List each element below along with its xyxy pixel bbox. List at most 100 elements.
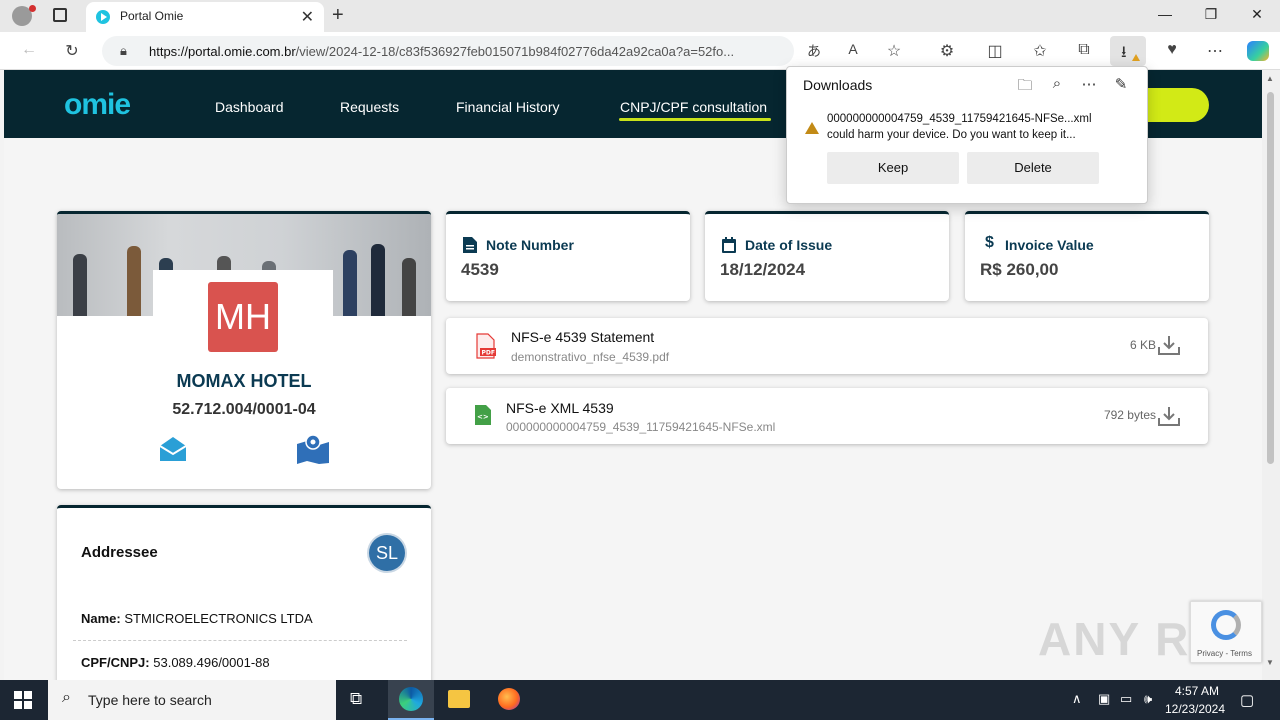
read-aloud-icon[interactable]: A	[842, 41, 864, 57]
copilot-icon[interactable]	[1247, 41, 1269, 61]
download-warning-message: could harm your device. Do you want to k…	[827, 129, 1076, 141]
file-title: NFS-e 4539 Statement	[511, 329, 655, 345]
scroll-thumb[interactable]	[1267, 92, 1274, 464]
svg-text:PDF: PDF	[482, 350, 495, 357]
tab-actions-icon[interactable]	[53, 8, 67, 22]
download-icon[interactable]	[1158, 335, 1180, 355]
recaptcha-badge[interactable]: Privacy - Terms	[1190, 601, 1262, 663]
tab-bar: Portal Omie ✕ + — ❐ ✕	[0, 0, 1280, 32]
more-menu-icon[interactable]: ⋯	[1204, 41, 1226, 61]
close-window-icon[interactable]: ✕	[1242, 6, 1272, 23]
email-icon[interactable]	[158, 434, 188, 464]
address-bar: ← ↻ 🔒︎ https://portal.omie.com.br/view/2…	[0, 32, 1280, 70]
document-icon	[463, 237, 477, 253]
map-icon[interactable]	[296, 434, 330, 464]
svg-text:<>: <>	[477, 413, 489, 421]
note-number-card: Note Number 4539	[446, 211, 690, 301]
note-number-label: Note Number	[486, 237, 574, 253]
page-scrollbar[interactable]: ▲ ▼	[1262, 70, 1280, 680]
extensions-icon[interactable]: ⚙	[936, 41, 958, 61]
tab-title: Portal Omie	[120, 9, 184, 23]
delete-button[interactable]: Delete	[967, 152, 1099, 184]
company-card: MH MOMAX HOTEL 52.712.004/0001-04	[57, 211, 431, 489]
file-explorer-icon[interactable]	[448, 690, 470, 708]
addressee-name-row: Name: STMICROELECTRONICS LTDA	[81, 611, 313, 626]
display-icon[interactable]: ▭	[1120, 691, 1132, 707]
performance-icon[interactable]: ♥	[1161, 41, 1183, 59]
downloads-panel: Downloads 🗀︎ ⌕ ⋯ ✎ 000000000004759_4539_…	[786, 66, 1148, 204]
company-avatar: MH	[208, 282, 278, 352]
favorites-icon[interactable]: ✩	[1029, 41, 1051, 61]
url-text: https://portal.omie.com.br/view/2024-12-…	[149, 44, 735, 59]
date-of-issue-value: 18/12/2024	[720, 260, 806, 279]
file-row-pdf[interactable]: PDF NFS-e 4539 Statement demonstrativo_n…	[446, 318, 1208, 374]
lock-icon[interactable]: 🔒︎	[120, 43, 127, 59]
minimize-icon[interactable]: —	[1150, 6, 1180, 22]
invoice-value-value: R$ 260,00	[980, 260, 1059, 279]
nav-financial-history[interactable]: Financial History	[456, 99, 559, 115]
open-folder-icon[interactable]: 🗀︎	[1015, 75, 1035, 100]
translate-icon[interactable]: あ	[803, 41, 825, 61]
addressee-doc-label: CPF/CNPJ:	[81, 655, 150, 670]
task-view-icon[interactable]: ⧉	[350, 689, 362, 709]
recaptcha-links[interactable]: Privacy - Terms	[1197, 649, 1252, 658]
nav-cnpj-consultation[interactable]: CNPJ/CPF consultation	[620, 99, 767, 115]
addressee-name-value: STMICROELECTRONICS LTDA	[124, 611, 313, 626]
file-size: 792 bytes	[1103, 408, 1156, 422]
addressee-name-label: Name:	[81, 611, 121, 626]
firefox-icon[interactable]	[498, 688, 520, 710]
edge-taskbar-icon[interactable]	[388, 680, 434, 720]
search-placeholder: Type here to search	[88, 692, 212, 708]
more-options-icon[interactable]: ⋯	[1079, 75, 1099, 93]
file-size: 6 KB	[1129, 338, 1156, 352]
file-filename: 000000000004759_4539_11759421645-NFSe.xm…	[506, 420, 776, 434]
url-field[interactable]: 🔒︎ https://portal.omie.com.br/view/2024-…	[102, 36, 794, 66]
nav-dashboard[interactable]: Dashboard	[215, 99, 284, 115]
company-name: MOMAX HOTEL	[176, 371, 312, 391]
addressee-doc-row: CPF/CNPJ: 53.089.496/0001-88	[81, 655, 270, 670]
new-tab-icon[interactable]: +	[332, 4, 344, 27]
collections-icon[interactable]: ⧉	[1073, 41, 1095, 59]
notifications-icon[interactable]: ▢	[1240, 691, 1254, 709]
downloads-button[interactable]: ⭳	[1110, 36, 1146, 66]
invoice-value-label: Invoice Value	[1005, 237, 1094, 253]
clock-date[interactable]: 12/23/2024	[1162, 702, 1228, 716]
file-row-xml[interactable]: <> NFS-e XML 4539 000000000004759_4539_1…	[446, 388, 1208, 444]
invoice-value-card: $ Invoice Value R$ 260,00	[965, 211, 1209, 301]
refresh-icon[interactable]: ↻	[61, 41, 83, 61]
omie-logo[interactable]: omie	[64, 88, 131, 122]
omie-favicon-icon	[96, 10, 110, 24]
pin-icon[interactable]: ✎	[1111, 75, 1131, 93]
tray-chevron-icon[interactable]: ∧	[1072, 691, 1082, 707]
network-icon[interactable]: ▣	[1098, 691, 1110, 707]
download-filename: 000000000004759_4539_11759421645-NFSe...…	[827, 113, 1092, 125]
back-icon[interactable]: ←	[18, 41, 40, 59]
windows-start-icon[interactable]	[14, 691, 32, 709]
search-icon[interactable]: ⌕	[1047, 75, 1067, 92]
warning-badge-icon	[1132, 54, 1140, 61]
clock-time[interactable]: 4:57 AM	[1172, 684, 1222, 698]
addressee-avatar: SL	[369, 535, 405, 571]
taskbar: ⌕ Type here to search ⧉ ∧ ▣ ▭ 🕪︎ 4:57 AM…	[0, 680, 1280, 720]
close-tab-icon[interactable]: ✕	[301, 7, 314, 27]
split-screen-icon[interactable]: ◫	[984, 41, 1006, 61]
calendar-icon	[722, 237, 736, 253]
download-icon[interactable]	[1158, 406, 1180, 426]
keep-button[interactable]: Keep	[827, 152, 959, 184]
taskbar-search[interactable]: ⌕ Type here to search	[48, 680, 336, 720]
file-filename: demonstrativo_nfse_4539.pdf	[511, 350, 670, 364]
addressee-title: Addressee	[81, 544, 158, 561]
nav-requests[interactable]: Requests	[340, 99, 399, 115]
note-number-value: 4539	[461, 260, 499, 279]
download-icon: ⭳	[1121, 44, 1127, 61]
volume-icon[interactable]: 🕪︎	[1144, 691, 1152, 707]
file-title: NFS-e XML 4539	[506, 400, 614, 416]
search-icon: ⌕	[62, 689, 71, 706]
restore-icon[interactable]: ❐	[1196, 6, 1226, 23]
favorite-star-icon[interactable]: ☆	[883, 41, 905, 61]
warning-icon	[805, 122, 819, 134]
addressee-doc-value: 53.089.496/0001-88	[153, 655, 270, 670]
nav-active-indicator	[619, 118, 771, 121]
tab-portal-omie[interactable]: Portal Omie ✕	[86, 2, 324, 32]
dollar-icon: $	[985, 234, 994, 251]
